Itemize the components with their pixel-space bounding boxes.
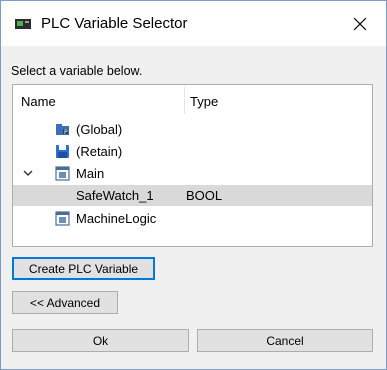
advanced-toggle-button[interactable]: << Advanced xyxy=(12,291,118,314)
tree-item-type: BOOL xyxy=(186,188,223,203)
tree-item-global[interactable]: P (Global) xyxy=(13,119,372,140)
tree-item-label: Main xyxy=(76,166,105,181)
column-divider[interactable] xyxy=(184,87,185,114)
tree-item-label: (Global) xyxy=(76,122,123,137)
close-button[interactable] xyxy=(343,10,377,38)
column-header-name[interactable]: Name xyxy=(21,94,56,109)
program-icon xyxy=(55,211,70,226)
tree-item-label: SafeWatch_1 xyxy=(76,188,154,203)
svg-text:P: P xyxy=(64,129,68,136)
title-bar[interactable]: PLC Variable Selector xyxy=(1,1,386,46)
tree-item-retain[interactable]: (Retain) xyxy=(13,141,372,162)
plc-module-icon xyxy=(15,19,31,29)
plc-variable-selector-dialog: PLC Variable Selector Select a variable … xyxy=(0,0,387,370)
chevron-down-icon[interactable] xyxy=(22,167,34,179)
tree-header: Name Type xyxy=(13,85,372,116)
cancel-button[interactable]: Cancel xyxy=(197,329,373,352)
tree-item-label: (Retain) xyxy=(76,144,123,159)
column-header-type[interactable]: Type xyxy=(190,94,218,109)
program-icon xyxy=(55,166,70,181)
tree-item-machinelogic[interactable]: MachineLogic xyxy=(13,208,372,229)
instruction-label: Select a variable below. xyxy=(11,64,143,78)
close-icon xyxy=(353,17,367,31)
window-title: PLC Variable Selector xyxy=(41,15,188,32)
global-variables-icon: P xyxy=(56,124,69,136)
tree-item-safewatch-1[interactable]: SafeWatch_1 BOOL xyxy=(13,185,372,206)
create-plc-variable-button[interactable]: Create PLC Variable xyxy=(12,257,155,280)
tree-item-label: MachineLogic xyxy=(76,211,157,226)
variable-tree[interactable]: Name Type P (Global) (Retain) Main SafeW… xyxy=(12,84,373,247)
retain-save-icon xyxy=(56,145,69,158)
tree-item-main[interactable]: Main xyxy=(13,163,372,184)
ok-button[interactable]: Ok xyxy=(12,329,189,352)
